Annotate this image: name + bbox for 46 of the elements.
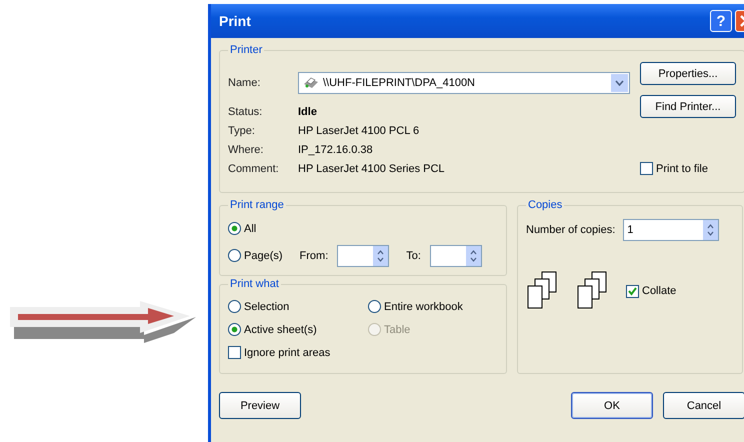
info-value: IP_172.16.0.38 (298, 144, 373, 156)
radio-button[interactable] (228, 323, 241, 336)
from-spinner[interactable] (337, 244, 390, 266)
preview-button[interactable]: Preview (219, 392, 301, 419)
info-value: HP LaserJet 4100 PCL 6 (298, 124, 420, 136)
field-label: Name: (228, 77, 262, 89)
info-label: Type: (228, 124, 256, 136)
copies-spinner[interactable]: 1 (623, 219, 720, 241)
info-label: Comment: (228, 162, 280, 174)
radio-button[interactable] (228, 300, 241, 313)
checkbox-label: Print to file (656, 162, 708, 174)
printer-button[interactable]: Properties... (640, 62, 736, 85)
field-label: Number of copies: (526, 224, 616, 236)
checkbox-label: Ignore print areas (244, 346, 330, 358)
info-label: Where: (228, 144, 264, 156)
radio-button[interactable] (228, 222, 241, 235)
dialog-button[interactable]: OK (571, 392, 653, 419)
printer-dropdown[interactable]: \\UHF-FILEPRINT\DPA_4100N (298, 72, 630, 94)
group-title: Print range (229, 199, 285, 211)
printer-name: \\UHF-FILEPRINT\DPA_4100N (323, 77, 476, 89)
radio-label: All (244, 222, 256, 234)
field-label: To: (406, 250, 421, 262)
field-label: From: (300, 250, 328, 262)
checkbox[interactable] (640, 162, 653, 175)
checkbox-label: Collate (642, 285, 676, 297)
radio-label: Page(s) (244, 250, 283, 262)
info-value: HP LaserJet 4100 Series PCL (298, 162, 445, 174)
checkbox[interactable] (228, 346, 241, 359)
radio-label: Active sheet(s) (244, 324, 317, 336)
radio-label: Selection (244, 300, 290, 312)
radio-label: Entire workbook (384, 300, 463, 312)
printer-icon (302, 76, 320, 90)
help-button[interactable]: ? (710, 10, 732, 32)
group-title: Print what (229, 278, 280, 290)
radio-button[interactable] (368, 300, 381, 313)
group-title: Copies (527, 199, 564, 211)
checkbox[interactable] (626, 284, 639, 298)
to-spinner[interactable] (430, 244, 482, 266)
dialog-button[interactable]: Cancel (663, 392, 744, 419)
radio-label: Table (384, 324, 410, 336)
radio-button[interactable] (228, 249, 241, 262)
info-value: Idle (298, 106, 317, 118)
group-title: Printer (229, 44, 264, 56)
window-title: Print (219, 13, 252, 29)
printer-button[interactable]: Find Printer... (640, 95, 736, 118)
info-label: Status: (228, 106, 264, 118)
